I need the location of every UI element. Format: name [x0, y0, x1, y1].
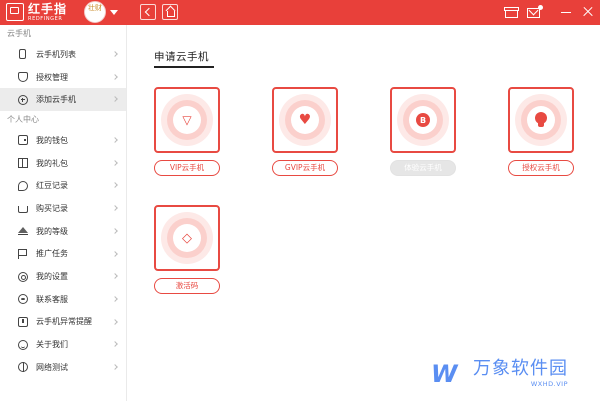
- sidebar-section-cloud: 云手机: [7, 29, 31, 38]
- logo-icon: [6, 3, 24, 21]
- sidebar-item-label: 添加云手机: [36, 95, 76, 105]
- gear-icon: [18, 271, 28, 282]
- gvip-phone-button[interactable]: GVIP云手机: [272, 160, 338, 176]
- sidebar-item-label: 我的设置: [36, 272, 68, 282]
- bulb-icon: [535, 112, 547, 127]
- b-badge-icon: B: [416, 113, 430, 127]
- chevron-right-icon: [112, 227, 118, 234]
- plus-circle-icon: [18, 94, 28, 105]
- watermark-text-en: WXHD.VIP: [530, 380, 568, 388]
- sidebar-item-bean-record[interactable]: 红豆记录: [0, 174, 126, 197]
- card-gvip[interactable]: ♥: [272, 87, 338, 153]
- sidebar-item-gift[interactable]: 我的礼包: [0, 152, 126, 175]
- sidebar-item-label: 购买记录: [36, 203, 68, 213]
- sidebar-item-wallet[interactable]: 我的钱包: [0, 129, 126, 152]
- sidebar-item-label: 我的等级: [36, 226, 68, 236]
- phone-icon: [19, 49, 26, 60]
- smile-icon: [18, 339, 28, 350]
- main-panel: 申请云手机 ▽ VIP云手机 ♥ GVIP云手机 B 体验云手机 授权云手机 ◇…: [128, 25, 600, 401]
- sidebar-item-promo-task[interactable]: 推广任务: [0, 243, 126, 266]
- sidebar-item-label: 云手机列表: [36, 49, 76, 59]
- sidebar-item-label: 联系客服: [36, 294, 68, 304]
- account-dropdown-icon[interactable]: [110, 10, 118, 15]
- vip-icon: ▽: [182, 113, 192, 127]
- flag-icon: [18, 248, 28, 259]
- heart-icon: ♥: [298, 112, 312, 128]
- card-trial[interactable]: B: [390, 87, 456, 153]
- warning-icon: [18, 316, 28, 327]
- network-icon: [18, 362, 28, 373]
- authorized-phone-button[interactable]: 授权云手机: [508, 160, 574, 176]
- page-title: 申请云手机: [154, 51, 209, 63]
- sidebar-item-label: 推广任务: [36, 249, 68, 259]
- title-underline: [154, 66, 214, 68]
- watermark-logo-icon: W: [431, 360, 457, 388]
- chevron-right-icon: [112, 159, 118, 166]
- logo-text-cn: 红手指: [28, 2, 68, 16]
- watermark: W 万象软件园 WXHD.VIP: [431, 358, 568, 390]
- sidebar-item-add-phone[interactable]: 添加云手机: [0, 88, 126, 112]
- sidebar-item-label: 授权管理: [36, 72, 68, 82]
- sidebar-item-exception-alert[interactable]: 云手机异常提醒: [0, 311, 126, 334]
- sidebar-item-label: 关于我们: [36, 340, 68, 350]
- logo-text-en: REDFINGER: [28, 16, 63, 22]
- wallet-icon: [18, 135, 28, 146]
- card-activation-code[interactable]: ◇: [154, 205, 220, 271]
- sidebar-item-label: 我的钱包: [36, 135, 68, 145]
- chevron-right-icon: [112, 250, 118, 257]
- cart-icon: [18, 205, 28, 213]
- sidebar-item-label: 云手机异常提醒: [36, 317, 92, 327]
- sidebar-item-settings[interactable]: 我的设置: [0, 265, 126, 288]
- activation-code-button[interactable]: 激活码: [154, 278, 220, 294]
- close-button[interactable]: [582, 6, 594, 18]
- chevron-right-icon: [112, 273, 118, 280]
- chevron-right-icon: [112, 137, 118, 143]
- sidebar-item-level[interactable]: 我的等级: [0, 220, 126, 243]
- vip-phone-button[interactable]: VIP云手机: [154, 160, 220, 176]
- chevron-right-icon: [112, 182, 118, 189]
- app-logo: 红手指 REDFINGER: [6, 3, 67, 22]
- crown-icon: [18, 227, 28, 236]
- sidebar-item-purchase-record[interactable]: 购买记录: [0, 197, 126, 220]
- chevron-right-icon: [112, 205, 118, 211]
- card-authorized[interactable]: [508, 87, 574, 153]
- chevron-right-icon: [112, 73, 118, 80]
- service-icon: [18, 294, 28, 305]
- sidebar: 云手机 云手机列表 授权管理 添加云手机 个人中心 我的钱包 我的礼包 红豆记录…: [0, 25, 127, 401]
- back-button[interactable]: [140, 4, 156, 20]
- gift-icon[interactable]: [504, 5, 519, 19]
- watermark-text-cn: 万象软件园: [473, 358, 568, 379]
- bean-icon: [18, 180, 28, 191]
- sidebar-item-label: 我的礼包: [36, 158, 68, 168]
- chevron-right-icon: [112, 364, 118, 370]
- diamond-icon: ◇: [182, 230, 192, 246]
- chevron-right-icon: [112, 51, 118, 57]
- home-button[interactable]: [162, 4, 178, 20]
- chevron-right-icon: [112, 341, 118, 348]
- mail-icon[interactable]: [527, 5, 543, 19]
- trial-phone-button[interactable]: 体验云手机: [390, 160, 456, 176]
- minimize-button[interactable]: [560, 6, 572, 18]
- sidebar-item-about[interactable]: 关于我们: [0, 333, 126, 356]
- sidebar-item-network-test[interactable]: 网络测试: [0, 356, 126, 379]
- chevron-right-icon: [112, 318, 118, 325]
- sidebar-item-auth-manage[interactable]: 授权管理: [0, 66, 126, 89]
- shield-icon: [18, 72, 28, 83]
- avatar[interactable]: 壮财: [84, 1, 106, 23]
- sidebar-item-label: 网络测试: [36, 362, 68, 372]
- gift-icon: [18, 158, 28, 169]
- sidebar-item-label: 红豆记录: [36, 181, 68, 191]
- chevron-right-icon: [112, 296, 118, 302]
- sidebar-item-phone-list[interactable]: 云手机列表: [0, 43, 126, 66]
- sidebar-item-contact-service[interactable]: 联系客服: [0, 288, 126, 311]
- title-bar: 红手指 REDFINGER 壮财: [0, 0, 600, 25]
- card-vip[interactable]: ▽: [154, 87, 220, 153]
- chevron-right-icon: [112, 96, 118, 103]
- sidebar-section-personal: 个人中心: [7, 115, 39, 125]
